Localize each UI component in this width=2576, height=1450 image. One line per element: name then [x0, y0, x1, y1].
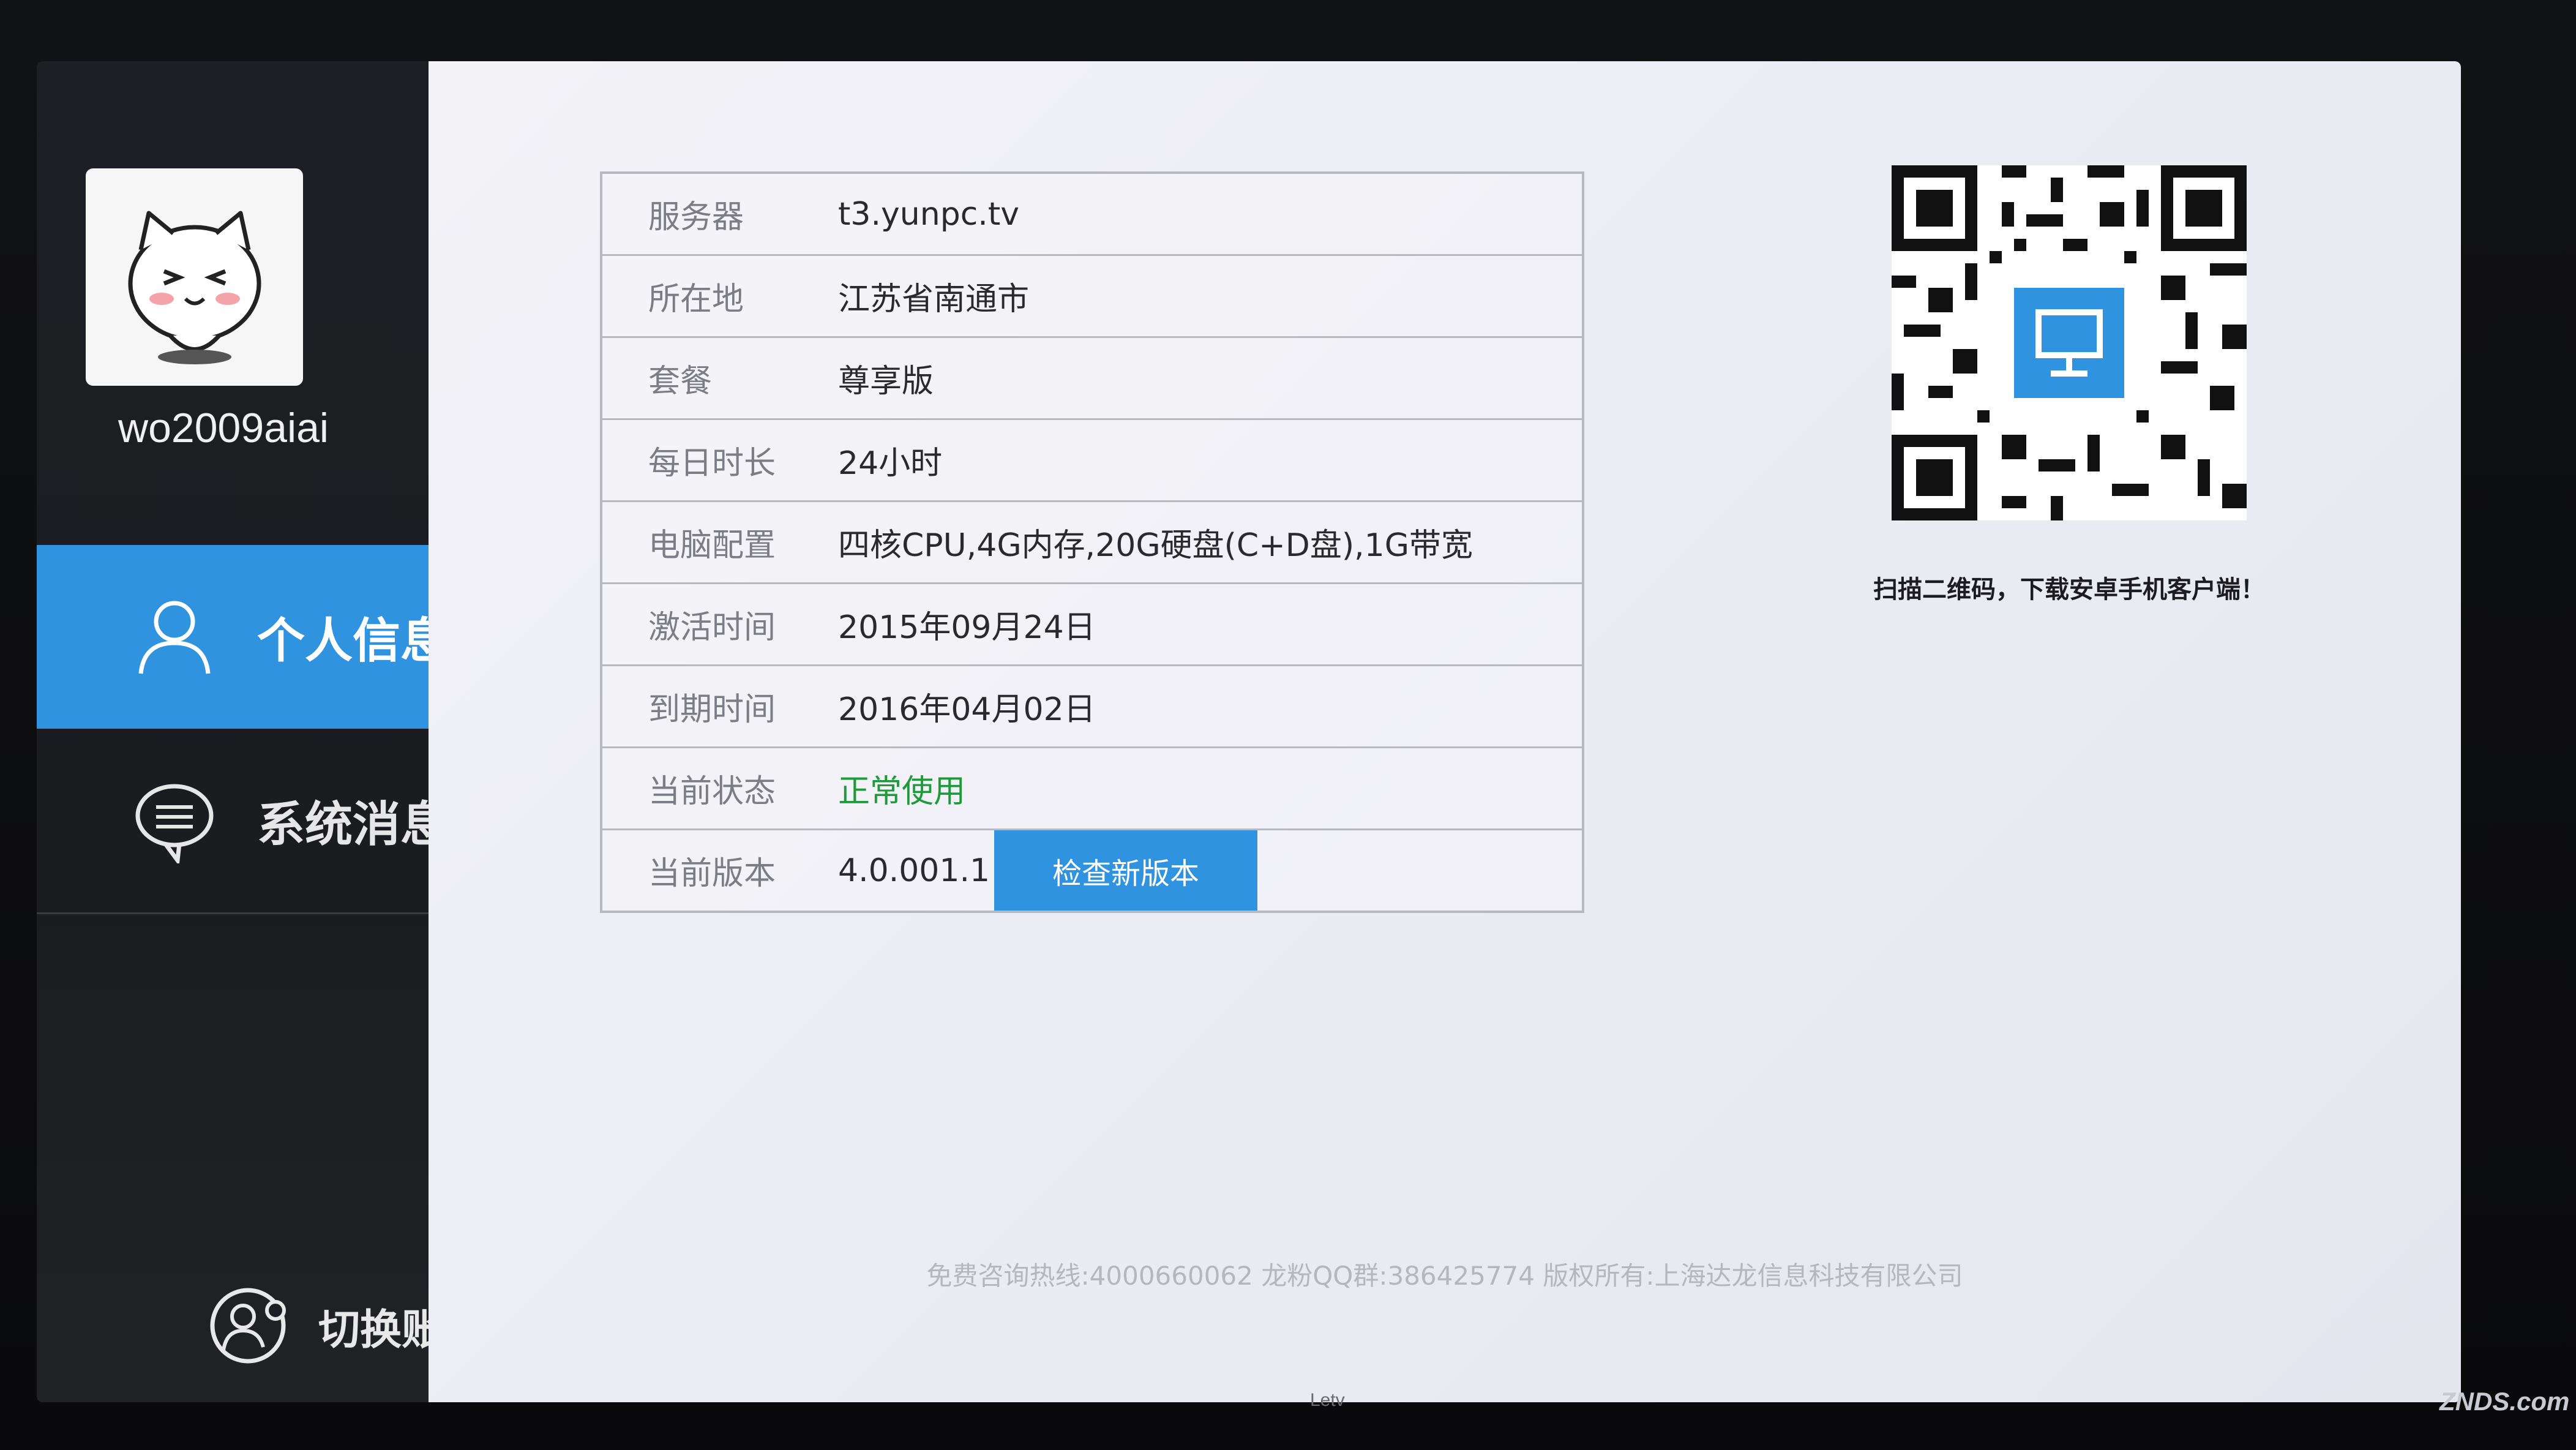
- info-label: 每日时长: [648, 445, 776, 482]
- info-row-plan: 套餐 尊享版: [602, 338, 1582, 420]
- info-table: 服务器 t3.yunpc.tv 所在地 江苏省南通市 套餐 尊享版 每日时长 2…: [600, 171, 1584, 913]
- info-row-location: 所在地 江苏省南通市: [602, 256, 1582, 338]
- switch-user-icon: [202, 1280, 294, 1372]
- nav-item-label: 个人信息: [257, 614, 449, 669]
- info-row-pc-config: 电脑配置 四核CPU,4G内存,20G硬盘(C+D盘),1G带宽: [602, 502, 1582, 584]
- qr-block: 扫描二维码，下载安卓手机客户端！: [1855, 165, 2283, 605]
- info-label: 当前状态: [648, 773, 776, 810]
- info-row-status: 当前状态 正常使用: [602, 748, 1582, 830]
- watermark: ZNDS.com: [2439, 1387, 2570, 1416]
- info-row-daily-hours: 每日时长 24小时: [602, 420, 1582, 502]
- info-label: 当前版本: [648, 855, 776, 892]
- info-value: 四核CPU,4G内存,20G硬盘(C+D盘),1G带宽: [838, 527, 1473, 564]
- info-label: 套餐: [648, 363, 713, 400]
- info-value: 2015年09月24日: [838, 609, 1096, 646]
- info-label: 电脑配置: [648, 527, 776, 564]
- info-value: 24小时: [838, 445, 943, 482]
- person-icon: [129, 591, 220, 683]
- info-label: 到期时间: [648, 691, 776, 728]
- username: wo2009aiai: [118, 405, 329, 451]
- main-panel: 服务器 t3.yunpc.tv 所在地 江苏省南通市 套餐 尊享版 每日时长 2…: [429, 61, 2461, 1402]
- info-value: 尊享版: [838, 363, 934, 400]
- chat-bubble-icon: [129, 775, 220, 866]
- info-row-activation-date: 激活时间 2015年09月24日: [602, 584, 1582, 666]
- nav-item-label: 系统消息: [257, 797, 449, 852]
- tv-frame: wo2009aiai 个人信息 系统消息 切换账号 服务器 t3.yunpc.t…: [0, 0, 2576, 1450]
- check-update-button[interactable]: 检查新版本: [994, 830, 1257, 911]
- info-value: 江苏省南通市: [838, 281, 1030, 318]
- info-row-version: 当前版本 4.0.001.1 检查新版本: [602, 830, 1582, 911]
- tv-brand-logo: Letv: [1310, 1390, 1345, 1410]
- info-row-server: 服务器 t3.yunpc.tv: [602, 174, 1582, 256]
- cat-avatar-icon: [128, 211, 261, 364]
- footer-text: 免费咨询热线:4000660062 龙粉QQ群:386425774 版权所有:上…: [926, 1261, 1963, 1291]
- info-value: t3.yunpc.tv: [838, 195, 1019, 233]
- info-label: 激活时间: [648, 609, 776, 646]
- qr-code: [1892, 165, 2247, 520]
- qr-caption: 扫描二维码，下载安卓手机客户端！: [1873, 576, 2265, 604]
- info-value: 4.0.001.1: [838, 852, 990, 889]
- status-value: 正常使用: [838, 773, 966, 810]
- info-label: 服务器: [648, 199, 744, 236]
- info-row-expiry-date: 到期时间 2016年04月02日: [602, 666, 1582, 748]
- avatar[interactable]: [86, 168, 303, 386]
- screen: wo2009aiai 个人信息 系统消息 切换账号 服务器 t3.yunpc.t…: [37, 61, 2461, 1402]
- qr-code-image: [1892, 165, 2247, 520]
- info-value: 2016年04月02日: [838, 691, 1096, 728]
- info-label: 所在地: [648, 281, 744, 318]
